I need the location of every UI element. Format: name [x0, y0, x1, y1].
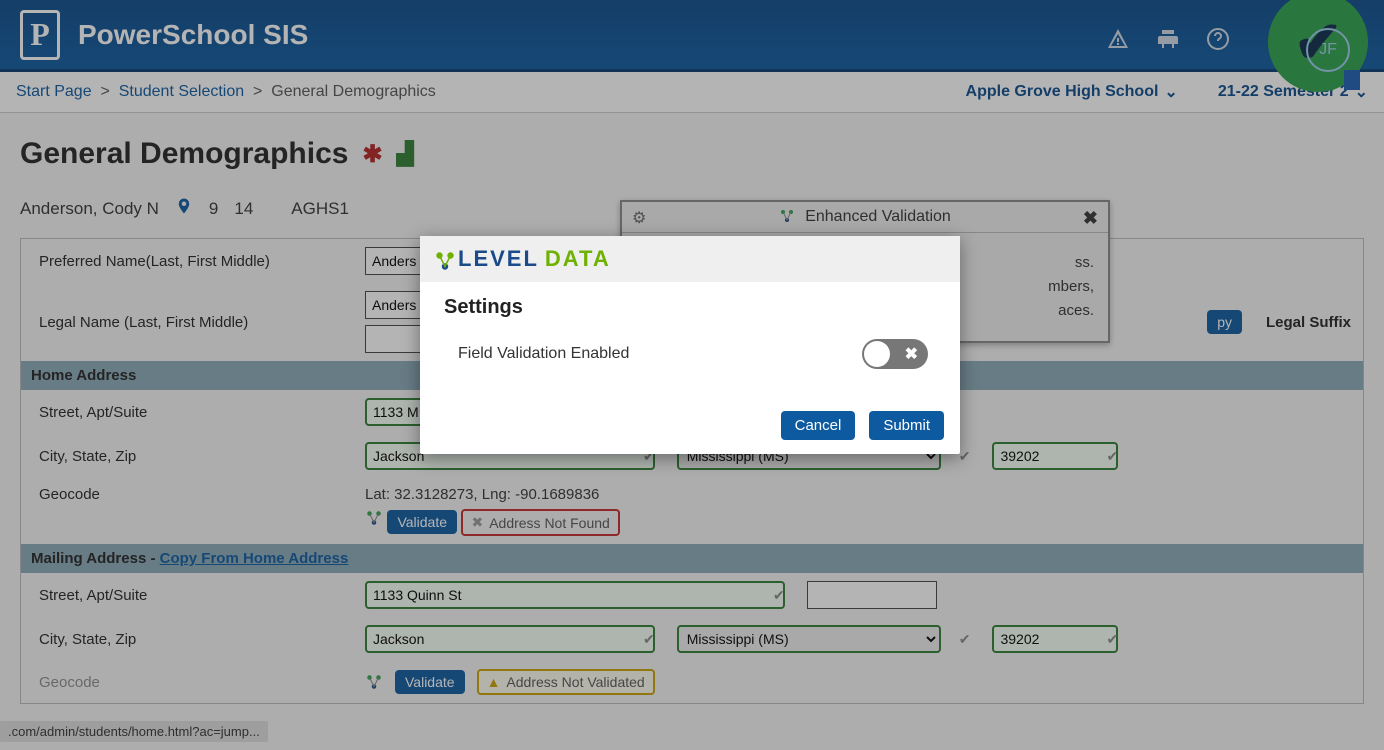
submit-button[interactable]: Submit	[869, 411, 944, 440]
modal-title: Settings	[444, 296, 936, 319]
modal-header: LEVEL DATA	[420, 236, 960, 282]
leveldata-icon	[434, 250, 452, 268]
brand-data: DATA	[545, 246, 611, 272]
field-validation-toggle[interactable]: ✖	[862, 339, 928, 369]
toggle-off-icon: ✖	[905, 344, 918, 364]
brand-level: LEVEL	[458, 246, 539, 272]
modal-actions: Cancel Submit	[420, 411, 960, 454]
cancel-button[interactable]: Cancel	[781, 411, 856, 440]
modal-body: Settings Field Validation Enabled ✖	[420, 282, 960, 411]
field-validation-label: Field Validation Enabled	[458, 345, 629, 363]
settings-modal: LEVEL DATA Settings Field Validation Ena…	[420, 236, 960, 454]
field-validation-row: Field Validation Enabled ✖	[444, 339, 936, 393]
toggle-knob	[864, 341, 890, 367]
